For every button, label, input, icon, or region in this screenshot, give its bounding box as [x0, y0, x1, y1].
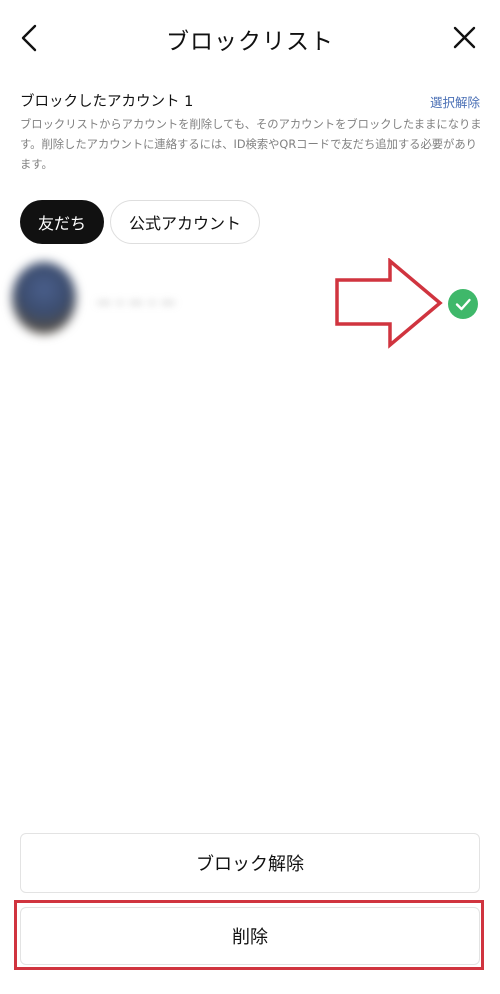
blocked-accounts-heading: ブロックしたアカウント 1: [20, 94, 194, 110]
avatar: [12, 262, 76, 334]
checkmark-icon[interactable]: [448, 289, 478, 319]
block-list-screen: ブロックリスト ブロックしたアカウント 1 選択解除 ブロックリストからアカウン…: [0, 0, 500, 994]
unselect-link[interactable]: 選択解除: [430, 92, 480, 111]
block-list-description: ブロックリストからアカウントを削除しても、そのアカウントをブロックしたままになり…: [20, 118, 482, 171]
tab-official-accounts[interactable]: 公式アカウント: [110, 200, 260, 244]
close-icon: [453, 26, 476, 49]
close-button[interactable]: [448, 20, 482, 56]
arrow-right-annotation-icon: [335, 258, 443, 349]
account-name: ー・ー・ー: [96, 294, 177, 313]
tab-friends[interactable]: 友だち: [20, 200, 104, 244]
header: ブロックリスト: [0, 0, 500, 76]
delete-button[interactable]: 削除: [20, 907, 480, 965]
unblock-button[interactable]: ブロック解除: [20, 833, 480, 893]
page-title: ブロックリスト: [166, 29, 334, 55]
